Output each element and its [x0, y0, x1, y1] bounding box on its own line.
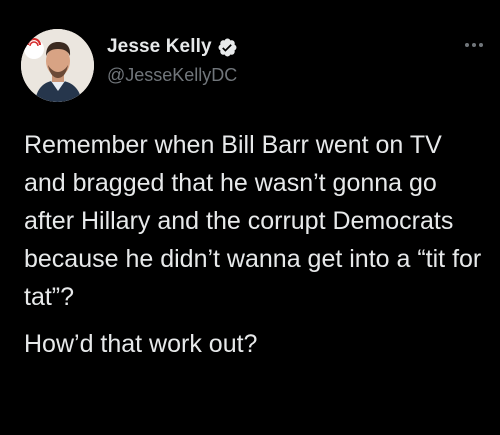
name-row: Jesse Kelly: [107, 36, 238, 58]
avatar[interactable]: [21, 29, 94, 102]
verified-badge-icon: [217, 37, 238, 58]
tweet-text: Remember when Bill Barr went on TV and b…: [24, 126, 484, 363]
avatar-image: [21, 29, 94, 102]
more-options-icon[interactable]: [463, 38, 485, 50]
tweet-header: Jesse Kelly @JesseKellyDC: [107, 36, 238, 86]
user-handle[interactable]: @JesseKellyDC: [107, 65, 238, 86]
tweet-paragraph: Remember when Bill Barr went on TV and b…: [24, 131, 482, 311]
tweet-paragraph: How’d that work out?: [24, 330, 258, 358]
tweet-card: Jesse Kelly @JesseKellyDC Remember when …: [0, 0, 500, 435]
display-name[interactable]: Jesse Kelly: [107, 36, 212, 58]
